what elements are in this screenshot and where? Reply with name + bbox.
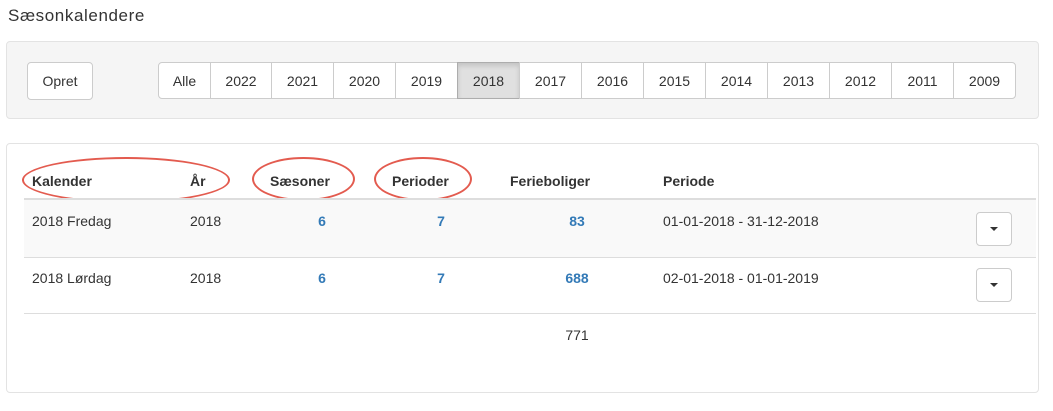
column-header-kalender[interactable]: Kalender: [32, 173, 92, 189]
cell-aar: 2018: [190, 213, 222, 229]
filter-2021[interactable]: 2021: [271, 62, 334, 99]
link-saesoner[interactable]: 6: [302, 213, 342, 229]
filter-2012[interactable]: 2012: [829, 62, 892, 99]
page-title: Sæsonkalendere: [8, 6, 145, 25]
table-row: [24, 200, 1036, 257]
filter-2020[interactable]: 2020: [333, 62, 396, 99]
row-divider: [24, 313, 1036, 314]
caret-down-icon: [990, 283, 998, 287]
cell-kalender: 2018 Lørdag: [32, 270, 112, 286]
filter-2016[interactable]: 2016: [581, 62, 644, 99]
filter-2009[interactable]: 2009: [953, 62, 1016, 99]
filter-2015[interactable]: 2015: [643, 62, 706, 99]
filter-all[interactable]: Alle: [158, 62, 211, 99]
cell-periode: 02-01-2018 - 01-01-2019: [663, 270, 819, 286]
filter-toolbar: Opret Alle 2022 2021 2020 2019 2018 2017…: [6, 41, 1039, 119]
filter-2014[interactable]: 2014: [705, 62, 768, 99]
cell-periode: 01-01-2018 - 31-12-2018: [663, 213, 819, 229]
cell-aar: 2018: [190, 270, 222, 286]
row-actions-dropdown[interactable]: [976, 268, 1012, 302]
filter-2018[interactable]: 2018: [457, 62, 520, 99]
link-ferieboliger[interactable]: 83: [557, 213, 597, 229]
link-perioder[interactable]: 7: [421, 213, 461, 229]
column-header-periode[interactable]: Periode: [663, 173, 714, 189]
link-perioder[interactable]: 7: [421, 270, 461, 286]
filter-2013[interactable]: 2013: [767, 62, 830, 99]
column-header-aar[interactable]: År: [190, 173, 206, 189]
filter-2017[interactable]: 2017: [519, 62, 582, 99]
create-button[interactable]: Opret: [27, 62, 93, 100]
row-divider: [24, 257, 1036, 258]
filter-2022[interactable]: 2022: [210, 62, 272, 99]
cell-kalender: 2018 Fredag: [32, 213, 112, 229]
filter-2011[interactable]: 2011: [891, 62, 954, 99]
total-ferieboliger: 771: [565, 327, 589, 343]
filter-2019[interactable]: 2019: [395, 62, 458, 99]
link-ferieboliger[interactable]: 688: [557, 270, 597, 286]
column-header-ferieboliger[interactable]: Ferieboliger: [510, 173, 590, 189]
column-header-saesoner[interactable]: Sæsoner: [270, 173, 330, 189]
year-filter-group: Alle 2022 2021 2020 2019 2018 2017 2016 …: [158, 62, 1016, 99]
row-actions-dropdown[interactable]: [976, 212, 1012, 246]
column-header-perioder[interactable]: Perioder: [392, 173, 449, 189]
caret-down-icon: [990, 227, 998, 231]
link-saesoner[interactable]: 6: [302, 270, 342, 286]
